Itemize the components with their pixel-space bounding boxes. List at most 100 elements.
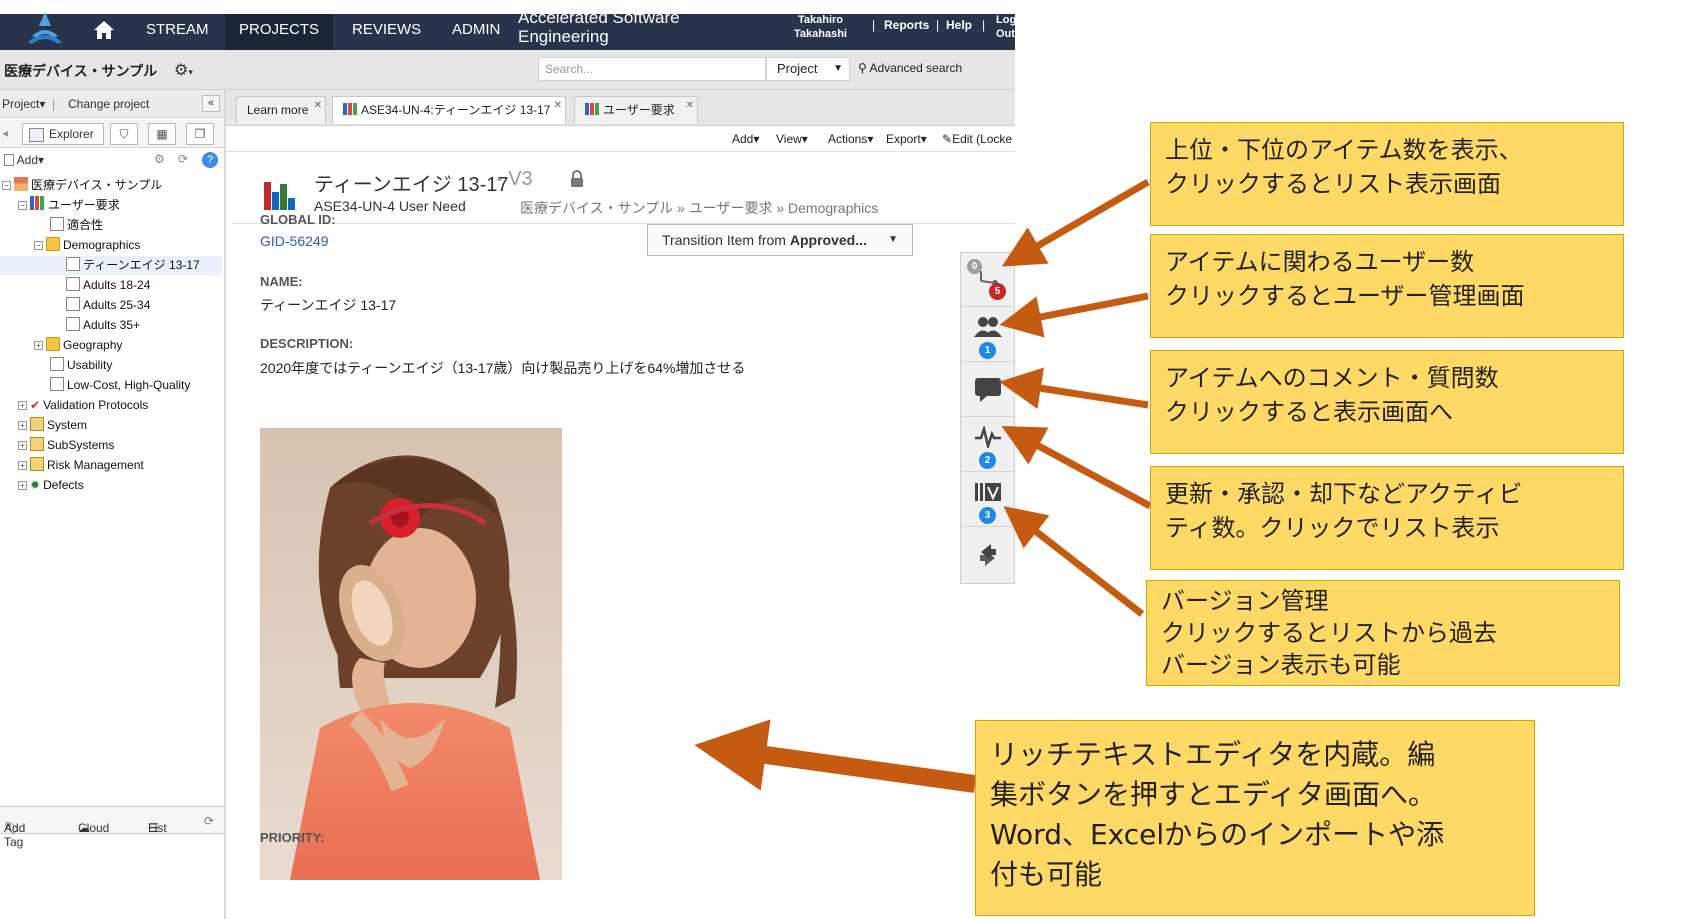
nav-admin[interactable]: ADMIN	[452, 14, 500, 50]
collapse-icon[interactable]: −	[18, 201, 27, 210]
tree-item-defects[interactable]: + ✹ Defects	[18, 476, 84, 495]
tree-item-demographics[interactable]: − Demographics	[34, 236, 140, 255]
callout-relationships: 上位・下位のアイテム数を表示、 クリックするとリスト表示画面	[1150, 122, 1624, 226]
user-name[interactable]: Takahiro Takahashi	[794, 13, 847, 41]
tree-item-validation-protocols[interactable]: + ✔ Validation Protocols	[18, 396, 148, 415]
export-menu[interactable]: Export▾	[886, 132, 927, 146]
window-icon[interactable]: ❐	[186, 123, 214, 145]
cloud-label: Cloud	[78, 821, 110, 835]
advanced-search-link[interactable]: ⚲ Advanced search	[858, 61, 962, 75]
tree-item-risk-management[interactable]: + Risk Management	[18, 456, 144, 475]
tab-learn-more[interactable]: Learn more ✕	[236, 96, 326, 124]
tab-item-detail[interactable]: ASE34-UN-4:ティーンエイジ 13-17 ✕	[332, 96, 566, 124]
add-button[interactable]: Add▾	[4, 153, 44, 167]
tree-item-label: SubSystems	[47, 438, 115, 452]
tree-item-user-needs[interactable]: − ユーザー要求	[18, 196, 120, 215]
help-icon[interactable]: ?	[202, 152, 218, 168]
grid-icon	[30, 417, 44, 431]
change-project-link[interactable]: Change project	[68, 97, 149, 111]
arrow-activities	[1001, 426, 1152, 510]
home-icon[interactable]	[90, 16, 118, 44]
back-arrow-icon[interactable]: ◂	[2, 126, 8, 140]
expand-icon[interactable]: +	[18, 461, 27, 470]
global-id-value[interactable]: GID-56249	[260, 233, 328, 249]
tree-item-teenage[interactable]: ティーンエイジ 13-17	[0, 256, 222, 275]
collapse-icon[interactable]: −	[2, 181, 11, 190]
add-menu[interactable]: Add▾	[732, 132, 759, 146]
close-icon[interactable]: ✕	[554, 93, 562, 119]
view-menu-label: View	[776, 132, 802, 146]
tree-item-label: 医療デバイス・サンプル	[31, 178, 163, 192]
top-navigation-bar: STREAM PROJECTS REVIEWS ADMIN Accelerate…	[0, 8, 1016, 50]
document-icon	[66, 297, 80, 311]
item-title: ティーンエイジ 13-17	[314, 174, 509, 196]
expand-icon[interactable]: +	[18, 421, 27, 430]
expand-icon[interactable]: +	[18, 401, 27, 410]
tree-item-label: Adults 18-24	[83, 278, 151, 292]
refresh-icon[interactable]: ⟳	[204, 814, 214, 828]
item-actions-bar: Add▾ View▾ Actions▾ Export▾ ✎Edit (Locke	[226, 126, 1015, 152]
tree-item-adults-25-34[interactable]: Adults 25-34	[66, 296, 150, 315]
priority-label: PRIORITY:	[260, 830, 325, 845]
tree-item-system[interactable]: + System	[18, 416, 87, 435]
nav-reviews[interactable]: REVIEWS	[352, 14, 421, 50]
nav-help[interactable]: Help	[946, 18, 972, 32]
settings-icon[interactable]: ⚙	[154, 152, 165, 166]
tree-item-geography[interactable]: + Geography	[34, 336, 122, 355]
tree-item-conformity[interactable]: 適合性	[50, 216, 103, 235]
tab-bar: Learn more ✕ ASE34-UN-4:ティーンエイジ 13-17 ✕ ユー…	[226, 90, 1015, 126]
jama-logo-icon[interactable]	[26, 12, 64, 44]
tree-item-usability[interactable]: Usability	[50, 356, 112, 375]
comments-button[interactable]	[961, 363, 1014, 417]
search-scope-select[interactable]: Project ▼	[766, 57, 850, 81]
tab-explorer[interactable]: Explorer	[22, 123, 104, 145]
versions-count-badge: 3	[979, 507, 996, 524]
menu-separator: |	[52, 97, 56, 111]
nav-projects[interactable]: PROJECTS	[225, 14, 333, 50]
item-side-icon-strip: 0 5 1 2 3	[960, 252, 1015, 584]
users-icon	[974, 317, 1002, 337]
export-menu-label: Export	[886, 132, 921, 146]
refresh-icon[interactable]: ⟳	[178, 152, 188, 166]
name-value: ティーンエイジ 13-17	[260, 297, 397, 313]
transition-item-button[interactable]: Transition Item from Approved... ▼	[647, 224, 913, 256]
arrow-users	[999, 292, 1149, 338]
activities-button[interactable]: 2	[961, 418, 1014, 472]
project-menu[interactable]: Project▾	[2, 97, 45, 111]
nav-reports[interactable]: Reports	[884, 18, 929, 32]
users-button[interactable]: 1	[961, 308, 1014, 362]
tab-user-needs[interactable]: ユーザー要求 ✕	[574, 96, 698, 124]
relationships-button[interactable]: 0 5	[961, 253, 1014, 307]
nav-stream[interactable]: STREAM	[146, 14, 209, 50]
tree-item-adults-35-plus[interactable]: Adults 35+	[66, 316, 140, 335]
collapse-panel-button[interactable]: «	[202, 95, 220, 112]
users-count-badge: 1	[979, 342, 996, 359]
tree-item-label: Risk Management	[47, 458, 144, 472]
search-input[interactable]: Search...	[538, 57, 766, 81]
arrow-comments	[999, 367, 1149, 409]
expand-icon[interactable]: +	[18, 441, 27, 450]
versions-button[interactable]: 3	[961, 473, 1014, 527]
gear-icon[interactable]: ⚙▾	[174, 60, 193, 80]
logout-line1: Log	[996, 14, 1017, 26]
nav-logout[interactable]: Log Out	[996, 13, 1016, 41]
view-menu[interactable]: View▾	[776, 132, 808, 146]
filter-icon[interactable]: ⛉	[110, 123, 138, 145]
upstream-count-badge: 0	[967, 259, 982, 274]
calendar-icon[interactable]: ▦	[148, 123, 176, 145]
tree-item-low-cost[interactable]: Low-Cost, High-Quality	[50, 376, 190, 395]
actions-menu[interactable]: Actions▾	[828, 132, 873, 146]
close-icon[interactable]: ✕	[314, 93, 322, 119]
edit-button[interactable]: ✎Edit (Locke	[942, 132, 1012, 146]
collapse-icon[interactable]: −	[34, 241, 43, 250]
project-name[interactable]: 医療デバイス・サンプル	[4, 61, 157, 81]
close-icon[interactable]: ✕	[686, 93, 694, 119]
breadcrumb[interactable]: 医療デバイス・サンプル » ユーザー要求 » Demographics	[520, 198, 878, 218]
expand-icon[interactable]: +	[18, 481, 27, 490]
expand-icon[interactable]: +	[34, 341, 43, 350]
move-item-button[interactable]	[961, 528, 1014, 582]
tree-item-subsystems[interactable]: + SubSystems	[18, 436, 114, 455]
tree-item-project[interactable]: − 医療デバイス・サンプル	[2, 176, 162, 195]
tree-item-adults-18-24[interactable]: Adults 18-24	[66, 276, 150, 295]
checkmark-icon: ✔	[30, 398, 41, 412]
